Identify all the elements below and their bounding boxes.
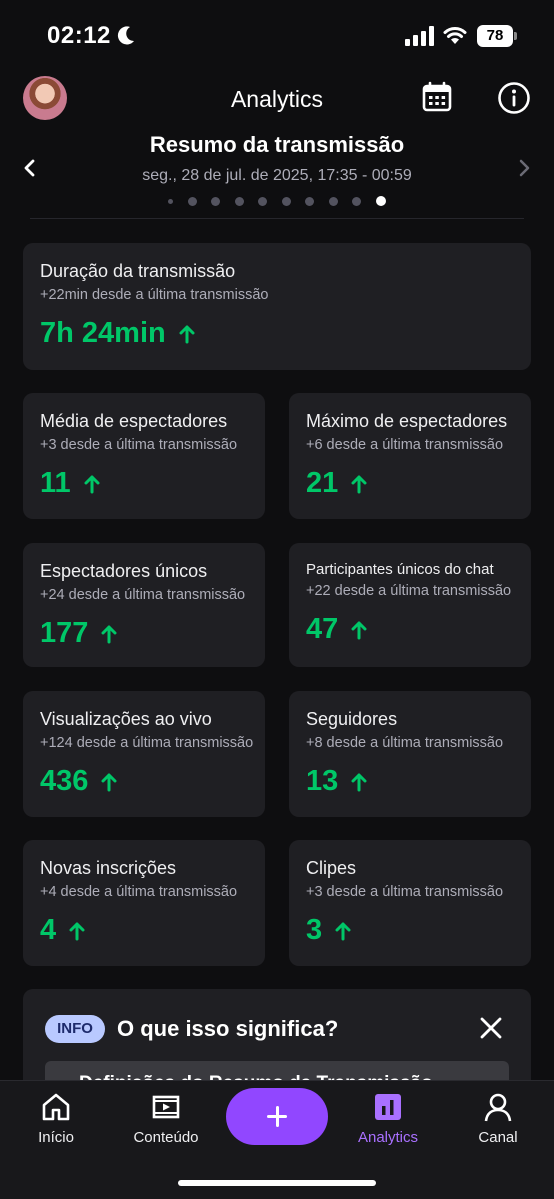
status-time: 02:12 [47, 22, 111, 49]
page-title: Analytics [230, 86, 324, 112]
close-icon[interactable] [480, 1017, 502, 1039]
stat-value: 436 [40, 765, 89, 797]
page-dot[interactable] [234, 196, 244, 206]
page-dot[interactable] [281, 196, 291, 206]
page-dot[interactable] [168, 198, 173, 204]
stat-change: +3 desde a última transmissão [40, 437, 238, 453]
page-dot[interactable] [328, 196, 338, 206]
info-icon[interactable] [497, 81, 531, 115]
stat-value-row: 21 [306, 467, 368, 500]
stat-value: 11 [40, 467, 71, 499]
status-bar: 02:12 78 [0, 0, 554, 70]
arrow-up-icon [179, 325, 195, 343]
plus-icon-vertical [275, 1106, 279, 1127]
stat-change: +6 desde a última transmissão [306, 437, 504, 453]
stat-value-row: 4 [40, 914, 86, 947]
stat-card-duration: Duração da transmissão +22min desde a úl… [23, 243, 531, 370]
signal-icon [405, 26, 434, 46]
stat-value-row: 177 [40, 617, 118, 650]
summary-title: Resumo da transmissão [149, 132, 405, 157]
nav-home-label: Início [38, 1129, 74, 1146]
stat-card-live-views: Visualizações ao vivo +124 desde a últim… [23, 691, 265, 817]
stat-title: Espectadores únicos [40, 561, 208, 581]
nav-channel-label: Canal [478, 1129, 518, 1146]
stat-title: Média de espectadores [40, 411, 228, 431]
stat-card-followers: Seguidores +8 desde a última transmissão… [289, 691, 531, 817]
stat-card-new-subs: Novas inscrições +4 desde a última trans… [23, 840, 265, 966]
summary-date: seg., 28 de jul. de 2025, 17:35 - 00:59 [142, 167, 412, 184]
stat-value-row: 47 [306, 613, 368, 646]
stat-value-row: 436 [40, 765, 118, 798]
stat-value: 7h 24min [40, 317, 166, 349]
arrow-up-icon [101, 625, 117, 643]
arrow-up-icon [69, 922, 85, 940]
nav-content-label: Conteúdo [133, 1129, 199, 1146]
analytics-icon [375, 1094, 401, 1120]
page-dot[interactable] [187, 196, 197, 206]
battery-indicator: 78 [477, 25, 517, 47]
divider [30, 218, 524, 219]
content-icon [152, 1095, 180, 1119]
stat-title: Novas inscrições [40, 858, 177, 878]
battery-tip [514, 32, 517, 40]
stat-title: Clipes [306, 858, 357, 878]
stat-title: Seguidores [306, 709, 398, 729]
stat-value: 21 [306, 467, 339, 499]
stat-value-row: 11 [40, 467, 101, 500]
profile-icon [484, 1093, 512, 1122]
wifi-icon [443, 27, 467, 44]
battery-level: 78 [477, 25, 513, 47]
stat-title: Participantes únicos do chat [306, 561, 494, 578]
moon-icon [117, 26, 134, 45]
stat-change: +3 desde a última transmissão [306, 884, 504, 900]
nav-channel[interactable]: Canal [474, 1091, 522, 1146]
stat-change: +124 desde a última transmissão [40, 735, 254, 751]
nav-home[interactable]: Início [30, 1091, 82, 1146]
info-title: O que isso significa? [117, 1016, 339, 1041]
calendar-icon[interactable] [421, 81, 453, 113]
arrow-up-icon [351, 621, 367, 639]
stat-change: +22min desde a última transmissão [40, 287, 269, 303]
stat-value: 13 [306, 765, 339, 797]
arrow-up-icon [84, 475, 100, 493]
page-dot[interactable] [305, 196, 314, 206]
home-icon [42, 1093, 70, 1121]
stat-value: 4 [40, 914, 57, 946]
page-dot[interactable] [352, 196, 361, 206]
page-dot-active[interactable] [375, 196, 386, 206]
stat-value: 47 [306, 613, 339, 645]
stat-card-clips: Clipes +3 desde a última transmissão 3 [289, 840, 531, 966]
arrow-up-icon [335, 922, 351, 940]
page-indicator[interactable] [166, 195, 386, 207]
home-indicator [178, 1180, 376, 1186]
arrow-up-icon [351, 475, 367, 493]
arrow-up-icon [101, 773, 117, 791]
arrow-up-icon [351, 773, 367, 791]
stat-change: +4 desde a última transmissão [40, 884, 238, 900]
stat-title: Máximo de espectadores [306, 411, 508, 431]
nav-content[interactable]: Conteúdo [128, 1091, 204, 1146]
page-dot[interactable] [258, 196, 267, 206]
stat-value-row: 3 [306, 914, 352, 947]
create-button[interactable] [226, 1088, 328, 1145]
page-dot[interactable] [211, 196, 220, 206]
stat-change: +24 desde a última transmissão [40, 587, 246, 603]
stat-value-row: 7h 24min [40, 317, 196, 350]
stat-card-avg-viewers: Média de espectadores +3 desde a última … [23, 393, 265, 519]
stat-card-chat-participants: Participantes únicos do chat +22 desde a… [289, 543, 531, 667]
stat-title: Visualizações ao vivo [40, 709, 212, 729]
stat-value-row: 13 [306, 765, 368, 798]
nav-analytics[interactable]: Analytics [352, 1091, 424, 1146]
stat-value: 3 [306, 914, 323, 946]
stat-title: Duração da transmissão [40, 261, 236, 281]
stat-card-unique-viewers: Espectadores únicos +24 desde a última t… [23, 543, 265, 667]
stat-value: 177 [40, 617, 89, 649]
nav-analytics-label: Analytics [357, 1129, 419, 1146]
stat-card-max-viewers: Máximo de espectadores +6 desde a última… [289, 393, 531, 519]
stat-change: +22 desde a última transmissão [306, 583, 512, 599]
stat-change: +8 desde a última transmissão [306, 735, 504, 751]
info-badge: INFO [45, 1015, 105, 1043]
